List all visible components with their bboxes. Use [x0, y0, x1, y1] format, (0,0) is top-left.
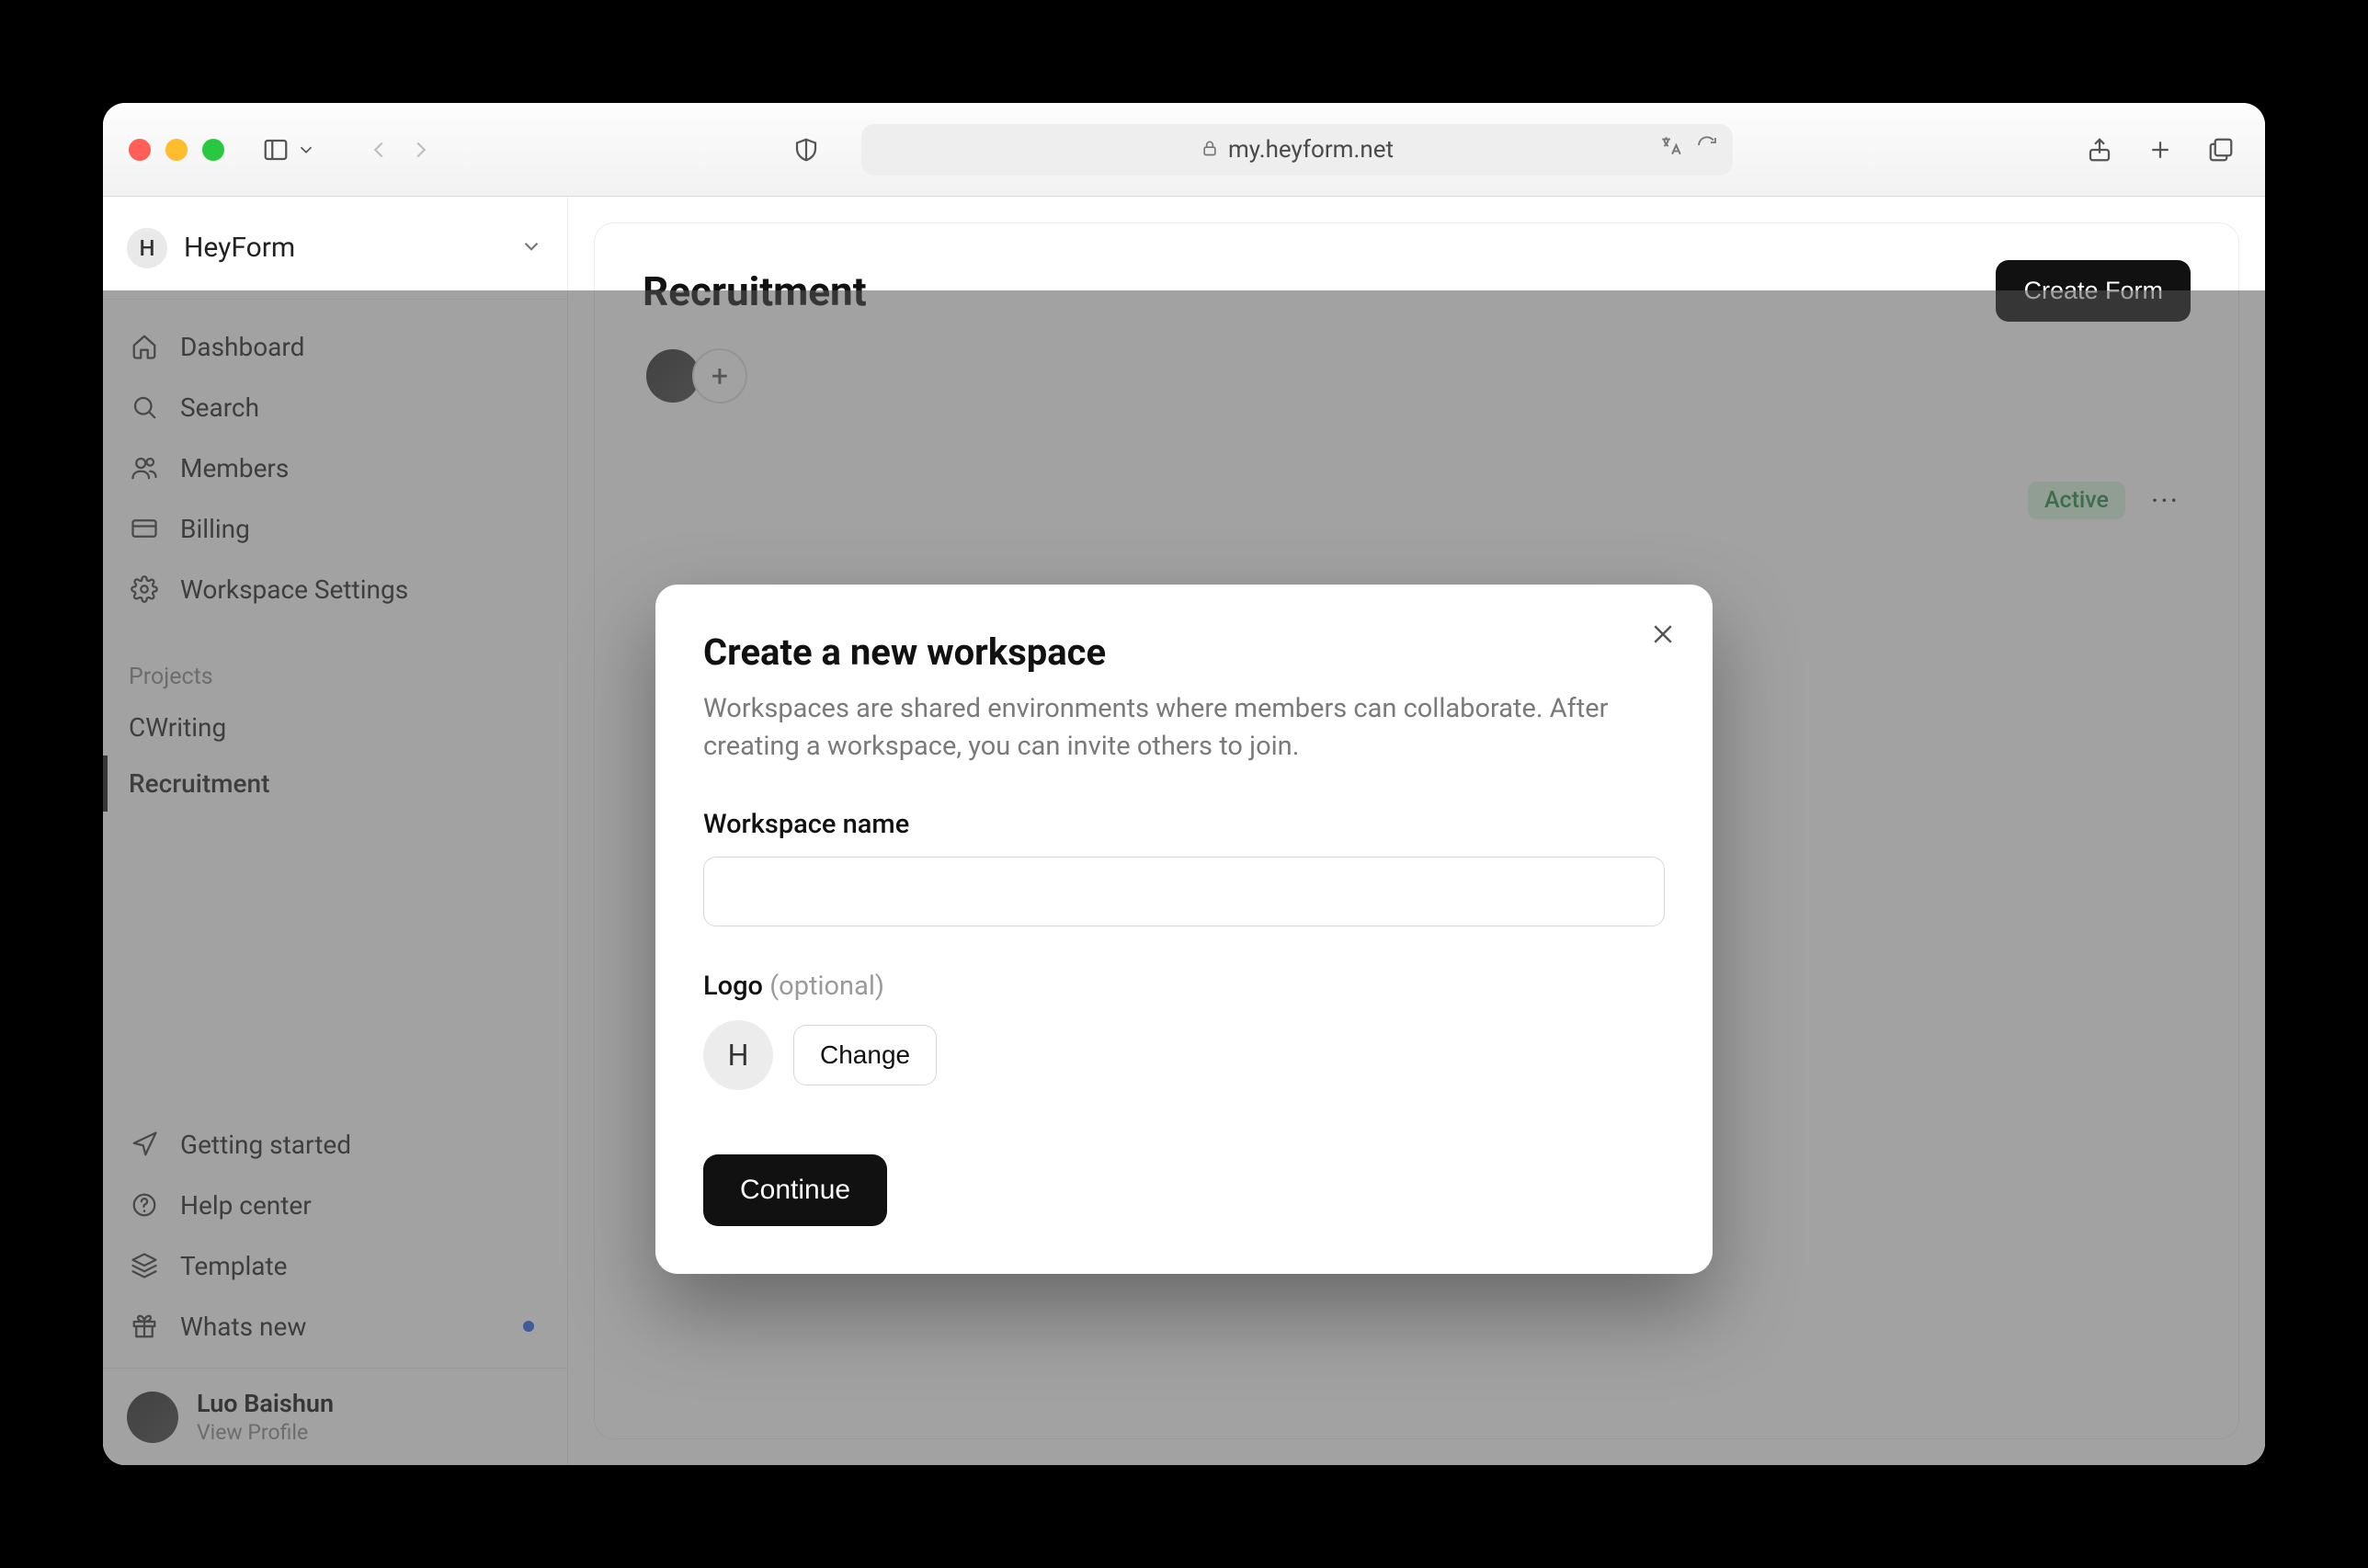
maximize-window-button[interactable] [202, 139, 224, 161]
new-tab-button[interactable] [2142, 131, 2179, 168]
tabs-button[interactable] [2203, 131, 2239, 168]
app-body: H HeyForm Dashboard Search Members [103, 197, 2265, 1465]
privacy-shield-icon[interactable] [788, 131, 825, 168]
address-bar-url: my.heyform.net [1228, 136, 1394, 164]
modal-overlay[interactable]: Create a new workspace Workspaces are sh… [103, 290, 2265, 1465]
continue-button[interactable]: Continue [703, 1154, 887, 1226]
logo-label: Logo (optional) [703, 971, 1665, 1002]
workspace-name-input[interactable] [703, 857, 1665, 926]
close-icon[interactable] [1645, 616, 1681, 653]
back-button[interactable] [360, 131, 397, 168]
workspace-picker[interactable]: H HeyForm [103, 197, 567, 300]
translate-icon[interactable] [1659, 134, 1683, 165]
chevron-down-icon [296, 131, 316, 168]
chevron-down-icon [519, 234, 543, 262]
reload-icon[interactable] [1696, 134, 1718, 165]
sidebar-toggle[interactable] [257, 131, 316, 168]
browser-window: my.heyform.net [103, 103, 2265, 1465]
workspace-badge: H [127, 228, 167, 268]
logo-optional-text: (optional) [769, 971, 884, 1002]
window-controls [129, 139, 224, 161]
workspace-name-label: Workspace name [703, 809, 1665, 840]
address-bar[interactable]: my.heyform.net [861, 124, 1733, 176]
change-logo-button[interactable]: Change [793, 1025, 937, 1085]
modal-title: Create a new workspace [703, 631, 1665, 674]
share-button[interactable] [2081, 131, 2118, 168]
logo-preview: H [703, 1020, 773, 1090]
lock-icon [1201, 136, 1219, 164]
browser-toolbar: my.heyform.net [103, 103, 2265, 197]
forward-button[interactable] [403, 131, 439, 168]
create-workspace-modal: Create a new workspace Workspaces are sh… [655, 585, 1713, 1274]
logo-label-text: Logo [703, 971, 763, 1002]
sidebar-icon [257, 131, 294, 168]
close-window-button[interactable] [129, 139, 151, 161]
minimize-window-button[interactable] [165, 139, 188, 161]
modal-description: Workspaces are shared environments where… [703, 690, 1632, 765]
workspace-name: HeyForm [184, 232, 295, 264]
